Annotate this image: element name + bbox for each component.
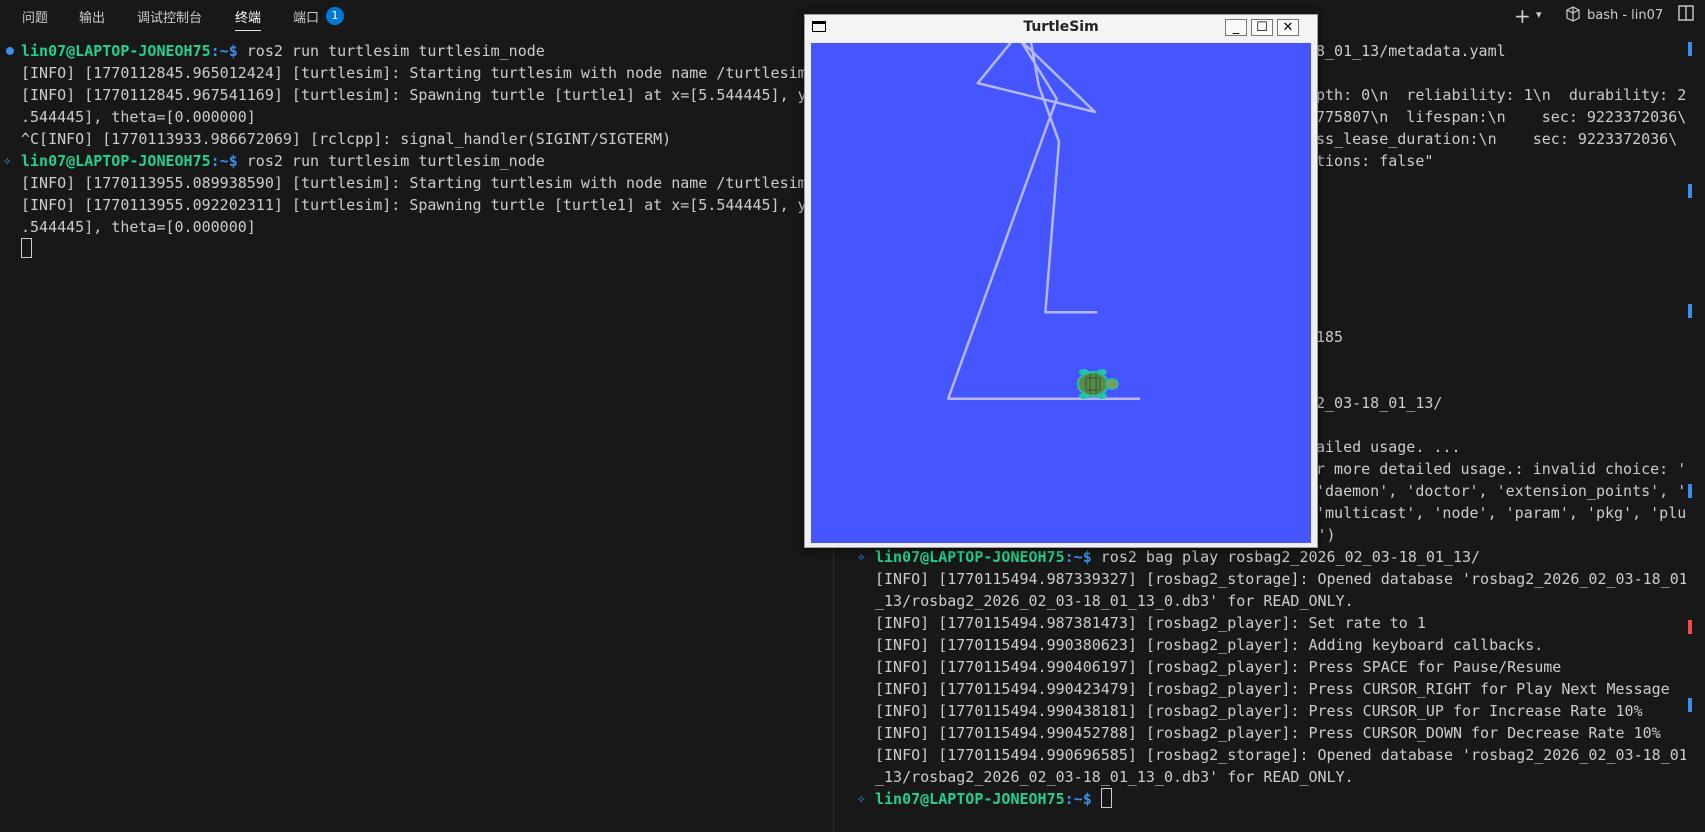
output-fragment: pth: 0\n reliability: 1\n durability: 2 xyxy=(1316,86,1686,104)
command-status-dot[interactable] xyxy=(6,47,14,55)
terminal-cursor xyxy=(21,238,32,260)
output-line: .544445], theta=[0.000000] xyxy=(21,108,256,126)
prompt-line: lin07@LAPTOP-JONEOH75:~$ ros2 run turtle… xyxy=(3,150,545,172)
output-line: .544445], theta=[0.000000] xyxy=(21,218,256,236)
prompt-path: :~$ xyxy=(1064,790,1092,808)
sparkle-icon[interactable]: ✧ xyxy=(3,150,11,172)
prompt-user: lin07@LAPTOP-JONEOH75 xyxy=(21,152,211,170)
turtle-drawing xyxy=(947,21,1141,400)
command-text xyxy=(1092,790,1101,808)
output-fragment: 2_03-18_01_13/ xyxy=(1316,394,1443,412)
turtle-pen-trail xyxy=(947,21,1141,400)
cursor-block xyxy=(21,238,32,258)
output-fragment: 'daemon', 'doctor', 'extension_points', … xyxy=(1316,482,1686,500)
output-line: _13/rosbag2_2026_02_03-18_01_13_0.db3' f… xyxy=(875,768,1354,786)
output-line: [INFO] [1770115494.990380623] [rosbag2_p… xyxy=(875,636,1544,654)
output-fragment: 'multicast', 'node', 'param', 'pkg', 'pl… xyxy=(1316,504,1686,522)
turtlesim-titlebar[interactable]: TurtleSim _ ☐ ✕ xyxy=(805,15,1317,41)
terminal-name-label[interactable]: bash - lin07 xyxy=(1587,8,1663,23)
turtle-sprite xyxy=(1077,369,1119,399)
output-line: [INFO] [1770115494.990696585] [rosbag2_s… xyxy=(875,746,1686,764)
tab-output[interactable]: 输出 xyxy=(79,7,105,30)
sparkle-icon[interactable]: ✧ xyxy=(857,788,865,810)
split-terminal-icon[interactable] xyxy=(1678,5,1694,25)
close-button[interactable]: ✕ xyxy=(1277,19,1299,36)
output-line: [INFO] [1770115494.990438181] [rosbag2_p… xyxy=(875,702,1643,720)
prompt-line: lin07@LAPTOP-JONEOH75:~$ ros2 bag play r… xyxy=(857,546,1481,568)
prompt-user: lin07@LAPTOP-JONEOH75 xyxy=(875,790,1065,808)
output-fragment: 8_01_13/metadata.yaml xyxy=(1316,42,1506,60)
sparkle-icon[interactable]: ✧ xyxy=(857,546,865,568)
terminal-scrollbar[interactable] xyxy=(1686,34,1700,832)
left-terminal[interactable]: lin07@LAPTOP-JONEOH75:~$ ros2 run turtle… xyxy=(0,40,830,832)
output-line: [INFO] [1770115494.990406197] [rosbag2_p… xyxy=(875,658,1562,676)
prompt-user: lin07@LAPTOP-JONEOH75 xyxy=(875,548,1065,566)
chevron-down-icon[interactable]: ▾ xyxy=(1536,8,1542,21)
tab-terminal[interactable]: 终端 xyxy=(235,7,262,31)
output-line: [INFO] [1770115494.987381473] [rosbag2_p… xyxy=(875,614,1426,632)
prompt-path: :~$ xyxy=(1064,548,1092,566)
cursor-block xyxy=(1100,788,1112,808)
tab-problems[interactable]: 问题 xyxy=(22,7,48,30)
maximize-button[interactable]: ☐ xyxy=(1251,19,1273,36)
ports-count-badge: 1 xyxy=(326,7,344,25)
terminal-cube-icon xyxy=(1565,6,1581,26)
output-fragment: 185 xyxy=(1316,328,1344,346)
command-text: ros2 run turtlesim turtlesim_node xyxy=(237,152,545,170)
tab-ports[interactable]: 端口 xyxy=(293,7,319,30)
output-line: [INFO] [1770113955.089938590] [turtlesim… xyxy=(21,174,807,192)
output-line: [INFO] [1770112845.965012424] [turtlesim… xyxy=(21,64,807,82)
command-text: ros2 bag play rosbag2_2026_02_03-18_01_1… xyxy=(1091,548,1481,566)
output-fragment: 775807\n lifespan:\n sec: 9223372036\ xyxy=(1316,108,1686,126)
output-line: [INFO] [1770115494.987339327] [rosbag2_s… xyxy=(875,570,1686,588)
tab-debug-console[interactable]: 调试控制台 xyxy=(137,7,202,30)
output-fragment: ailed usage. ... xyxy=(1316,438,1461,456)
command-text: ros2 run turtlesim turtlesim_node xyxy=(237,42,545,60)
prompt-user: lin07@LAPTOP-JONEOH75 xyxy=(21,42,211,60)
output-line: [INFO] [1770115494.990452788] [rosbag2_p… xyxy=(875,724,1661,742)
output-fragment: ss_lease_duration:\n sec: 9223372036\ xyxy=(1316,130,1678,148)
output-line: [INFO] [1770112845.967541169] [turtlesim… xyxy=(21,86,807,104)
turtlesim-window[interactable]: TurtleSim _ ☐ ✕ xyxy=(804,14,1318,548)
new-terminal-plus-icon[interactable]: + xyxy=(1514,4,1531,28)
prompt-line: lin07@LAPTOP-JONEOH75:~$ ✧ xyxy=(857,788,1112,810)
output-fragment: r more detailed usage.: invalid choice: … xyxy=(1316,460,1686,478)
prompt-line: lin07@LAPTOP-JONEOH75:~$ ros2 run turtle… xyxy=(6,40,545,62)
prompt-path: :~$ xyxy=(210,42,238,60)
turtlesim-canvas xyxy=(811,21,1311,543)
output-line: ^C[INFO] [1770113933.986672069] [rclcpp]… xyxy=(21,130,672,148)
minimize-button[interactable]: _ xyxy=(1225,19,1247,36)
prompt-path: :~$ xyxy=(210,152,238,170)
output-line: [INFO] [1770113955.092202311] [turtlesim… xyxy=(21,196,807,214)
output-fragment: tions: false" xyxy=(1316,152,1434,170)
output-line: [INFO] [1770115494.990423479] [rosbag2_p… xyxy=(875,680,1670,698)
output-line: _13/rosbag2_2026_02_03-18_01_13_0.db3' f… xyxy=(875,592,1354,610)
